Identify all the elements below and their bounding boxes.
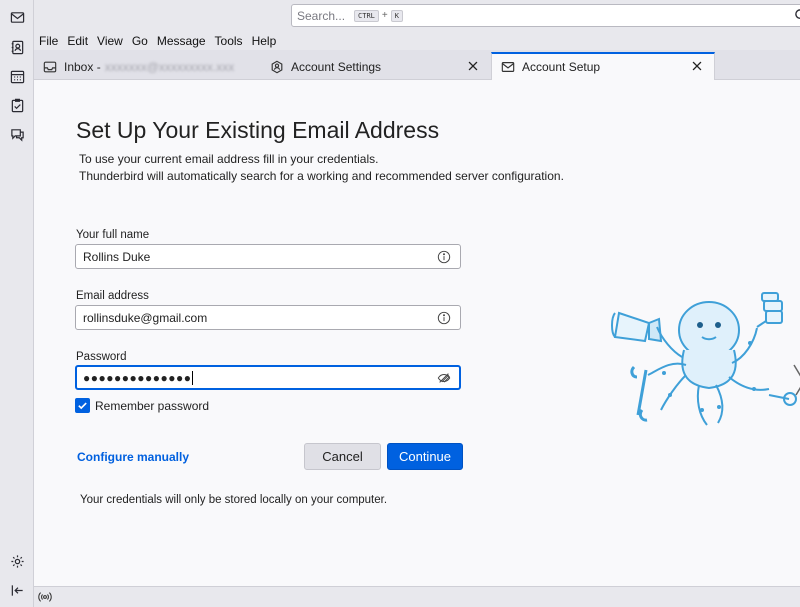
menu-message[interactable]: Message (156, 34, 207, 48)
calendar-icon[interactable] (7, 66, 27, 86)
menu-view[interactable]: View (96, 34, 124, 48)
settings-gear-icon[interactable] (7, 551, 27, 571)
search-input[interactable]: Search... CTRL + K (291, 4, 800, 27)
menu-file[interactable]: File (38, 34, 59, 48)
tab-account-setup-label: Account Setup (522, 60, 601, 74)
account-setup-page: Set Up Your Existing Email Address To us… (34, 80, 800, 586)
tab-inbox-label: Inbox - (64, 59, 101, 74)
menu-tools[interactable]: Tools (214, 34, 244, 48)
inbox-icon (43, 61, 57, 72)
mail-space-icon[interactable] (7, 7, 27, 27)
search-placeholder: Search... (297, 8, 346, 23)
menu-help[interactable]: Help (251, 34, 278, 48)
text-caret (192, 370, 194, 385)
collapse-toolbar-icon[interactable] (7, 580, 27, 600)
account-settings-icon (271, 60, 283, 73)
email-value: rollinsduke@gmail.com (83, 310, 208, 325)
page-title: Set Up Your Existing Email Address (76, 117, 440, 143)
shortcut-key-ctrl: CTRL (354, 9, 379, 22)
chat-icon[interactable] (7, 124, 27, 144)
address-book-icon[interactable] (7, 37, 27, 57)
menu-go[interactable]: Go (131, 34, 149, 48)
continue-button[interactable]: Continue (387, 443, 463, 470)
intro-line-1: To use your current email address fill i… (79, 152, 379, 166)
email-field[interactable]: rollinsduke@gmail.com (75, 305, 461, 330)
remember-password-label: Remember password (95, 398, 210, 413)
spaces-toolbar (0, 0, 34, 607)
full-name-value: Rollins Duke (83, 249, 151, 264)
octopus-mascot-illustration (611, 292, 800, 426)
info-icon[interactable] (437, 250, 451, 264)
status-bar (34, 586, 800, 607)
intro-line-2: Thunderbird will automatically search fo… (79, 169, 564, 183)
tab-bar: Inbox - xxxxxxx@xxxxxxxxx.xxx Account Se… (34, 50, 800, 80)
credentials-footnote: Your credentials will only be stored loc… (80, 494, 388, 506)
tasks-icon[interactable] (7, 95, 27, 115)
full-name-field[interactable]: Rollins Duke (75, 244, 461, 269)
info-icon[interactable] (437, 311, 451, 325)
shortcut-key-k: K (390, 9, 403, 22)
remember-password-row[interactable]: Remember password (75, 398, 209, 413)
configure-manually-link[interactable]: Configure manually (77, 450, 189, 464)
title-bar: Search... CTRL + K (34, 0, 800, 32)
mail-icon (501, 62, 515, 72)
tab-account-settings-label: Account Settings (291, 59, 382, 74)
password-label: Password (76, 351, 127, 363)
search-icon[interactable] (794, 8, 800, 23)
tab-inbox-account-redacted: xxxxxxx@xxxxxxxxx.xxx (104, 59, 235, 74)
online-status-icon[interactable] (38, 590, 52, 604)
remember-password-checkbox[interactable] (75, 398, 90, 413)
tab-account-setup[interactable]: Account Setup (491, 52, 715, 80)
hide-password-icon[interactable] (437, 371, 451, 385)
password-value: ●●●●●●●●●●●●●● (83, 370, 192, 385)
menu-bar: File Edit View Go Message Tools Help (34, 32, 800, 50)
password-field[interactable]: ●●●●●●●●●●●●●● (75, 365, 461, 390)
email-label: Email address (76, 290, 149, 302)
shortcut-plus: + (381, 10, 388, 21)
cancel-button[interactable]: Cancel (304, 443, 381, 470)
close-icon[interactable] (690, 59, 704, 73)
close-icon[interactable] (466, 59, 480, 73)
intro-text: To use your current email address fill i… (79, 151, 564, 185)
full-name-label: Your full name (76, 229, 150, 241)
tab-account-settings[interactable]: Account Settings (261, 53, 490, 80)
tab-inbox[interactable]: Inbox - xxxxxxx@xxxxxxxxx.xxx (34, 53, 261, 80)
menu-edit[interactable]: Edit (66, 34, 89, 48)
